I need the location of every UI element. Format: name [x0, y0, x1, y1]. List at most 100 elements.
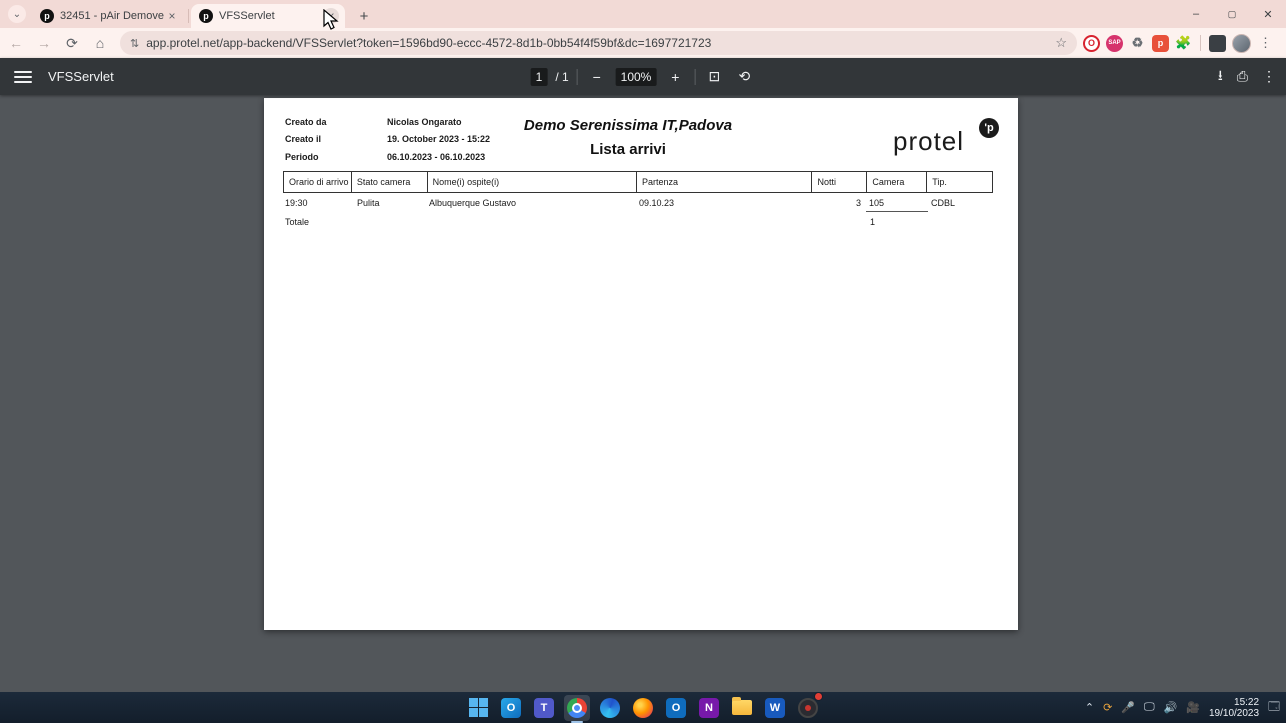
- site-settings-icon[interactable]: ⇅: [130, 37, 138, 50]
- url-text: app.protel.net/app-backend/VFSServlet?to…: [146, 36, 711, 50]
- protel-logo: protel 'p: [889, 118, 999, 154]
- pdf-menu-icon[interactable]: [14, 71, 32, 83]
- outlook-icon: O: [501, 698, 521, 718]
- outlook-classic-icon: O: [666, 698, 686, 718]
- close-button[interactable]: ✕: [1250, 0, 1286, 28]
- browser-tabstrip: ⌄ p 32451 - pAir Demoversion Ser × p VFS…: [0, 0, 1286, 28]
- extensions-area: O SAP ♻ p 🧩 ⋮: [1083, 34, 1280, 53]
- notification-badge: [814, 692, 823, 701]
- taskbar-apps: O T O N W: [465, 695, 821, 721]
- zoom-level-input[interactable]: 100%: [616, 68, 657, 86]
- tab-label: 32451 - pAir Demoversion Ser: [60, 10, 164, 22]
- taskbar-firefox[interactable]: [630, 695, 656, 721]
- table-row: 19:30 Pulita Albuquerque Gustavo 09.10.2…: [283, 198, 993, 211]
- fit-page-icon[interactable]: ⊡: [703, 68, 725, 85]
- taskbar-word[interactable]: W: [762, 695, 788, 721]
- camera-icon[interactable]: 🎥: [1186, 701, 1200, 714]
- camera-underline: [866, 211, 928, 212]
- pdf-viewport[interactable]: Creato da Nicolas Ongarato Creato il 19.…: [0, 95, 1286, 692]
- tray-chevron-icon[interactable]: ⌃: [1085, 701, 1094, 714]
- start-button[interactable]: [465, 695, 491, 721]
- clock[interactable]: 15:22 19/10/2023: [1209, 697, 1259, 719]
- column-header: Orario di arrivo: [284, 172, 352, 192]
- tab-vfsservlet[interactable]: p VFSServlet ×: [191, 4, 345, 28]
- meta-label: Creato il: [285, 134, 321, 144]
- cell-partenza: 09.10.23: [639, 198, 674, 208]
- protel-favicon-icon: p: [40, 9, 54, 23]
- opera-extension-icon[interactable]: O: [1083, 35, 1100, 52]
- column-header: Nome(i) ospite(i): [428, 172, 637, 192]
- report-title: Lista arrivi: [428, 141, 828, 158]
- print-icon[interactable]: ⎙: [1237, 68, 1248, 85]
- column-header: Notti: [812, 172, 867, 192]
- page-total-label: / 1: [555, 70, 568, 84]
- total-value: 1: [870, 217, 875, 227]
- badge-extension-icon[interactable]: SAP: [1106, 35, 1123, 52]
- total-label: Totale: [285, 217, 309, 227]
- zoom-out-icon[interactable]: −: [586, 69, 608, 85]
- teams-icon: T: [534, 698, 554, 718]
- cell-stato: Pulita: [357, 198, 380, 208]
- firefox-icon: [633, 698, 653, 718]
- microphone-icon[interactable]: 🎤: [1121, 701, 1135, 714]
- table-header-row: Orario di arrivo Stato camera Nome(i) os…: [283, 171, 993, 193]
- sync-icon[interactable]: ⟳: [1103, 701, 1112, 714]
- cell-orario: 19:30: [285, 198, 308, 208]
- tab-close-icon[interactable]: ×: [323, 8, 339, 24]
- rotate-icon[interactable]: ⟲: [733, 68, 755, 85]
- back-icon[interactable]: ←: [4, 31, 28, 55]
- protel-logo-mark-icon: 'p: [979, 118, 999, 138]
- bookmark-star-icon[interactable]: ☆: [1055, 35, 1067, 51]
- protel-extension-icon[interactable]: p: [1152, 35, 1169, 52]
- toolbar-separator: [577, 69, 578, 85]
- new-tab-button[interactable]: +: [353, 5, 375, 27]
- download-icon[interactable]: ⭳: [1218, 65, 1223, 89]
- tab-pair-demoversion[interactable]: p 32451 - pAir Demoversion Ser ×: [32, 4, 186, 28]
- clock-date: 19/10/2023: [1209, 708, 1259, 719]
- display-icon[interactable]: 🖵: [1144, 701, 1155, 714]
- notification-center-icon[interactable]: 🗔: [1268, 698, 1280, 717]
- toolbar-separator: [694, 69, 695, 85]
- word-icon: W: [765, 698, 785, 718]
- forward-icon[interactable]: →: [32, 31, 56, 55]
- browser-toolbar: ← → ⟳ ⌂ ⇅ app.protel.net/app-backend/VFS…: [0, 28, 1286, 58]
- tab-close-icon[interactable]: ×: [164, 8, 180, 24]
- pdf-more-icon[interactable]: ⋮: [1262, 68, 1276, 85]
- taskbar-onenote[interactable]: N: [696, 695, 722, 721]
- taskbar-outlook-classic[interactable]: O: [663, 695, 689, 721]
- desktop-screen: ⌄ p 32451 - pAir Demoversion Ser × p VFS…: [0, 0, 1286, 723]
- report-hotel-title: Demo Serenissima IT,Padova: [428, 117, 828, 134]
- speaker-icon[interactable]: 🔊: [1164, 701, 1178, 714]
- pdf-page: Creato da Nicolas Ongarato Creato il 19.…: [264, 98, 1018, 630]
- home-icon[interactable]: ⌂: [88, 31, 112, 55]
- cell-tip: CDBL: [931, 198, 955, 208]
- cell-camera: 105: [869, 198, 884, 208]
- page-number-input[interactable]: 1: [531, 68, 548, 86]
- reload-icon[interactable]: ⟳: [60, 31, 84, 55]
- column-header: Partenza: [637, 172, 812, 192]
- column-header: Camera: [867, 172, 927, 192]
- windows-logo-icon: [469, 698, 488, 717]
- taskbar-edge[interactable]: [597, 695, 623, 721]
- zoom-in-icon[interactable]: +: [664, 69, 686, 85]
- maximize-button[interactable]: ▢: [1214, 0, 1250, 28]
- browser-menu-icon[interactable]: ⋮: [1259, 35, 1272, 51]
- recycle-extension-icon[interactable]: ♻: [1129, 35, 1146, 52]
- cell-nome: Albuquerque Gustavo: [429, 198, 516, 208]
- extensions-puzzle-icon[interactable]: 🧩: [1175, 35, 1192, 52]
- window-controls: – ▢ ✕: [1178, 0, 1286, 28]
- tab-search-icon[interactable]: ⌄: [8, 5, 26, 23]
- taskbar-file-explorer[interactable]: [729, 695, 755, 721]
- chrome-icon: [567, 698, 587, 718]
- profile-avatar[interactable]: [1232, 34, 1251, 53]
- side-panel-icon[interactable]: [1209, 35, 1226, 52]
- minimize-button[interactable]: –: [1178, 0, 1214, 28]
- taskbar-chrome[interactable]: [564, 695, 590, 721]
- meta-label: Creato da: [285, 117, 327, 127]
- cell-notti: 3: [813, 198, 861, 208]
- address-bar[interactable]: ⇅ app.protel.net/app-backend/VFSServlet?…: [120, 31, 1077, 55]
- taskbar-recorder[interactable]: [795, 695, 821, 721]
- taskbar-teams[interactable]: T: [531, 695, 557, 721]
- file-explorer-icon: [732, 700, 752, 715]
- taskbar-outlook[interactable]: O: [498, 695, 524, 721]
